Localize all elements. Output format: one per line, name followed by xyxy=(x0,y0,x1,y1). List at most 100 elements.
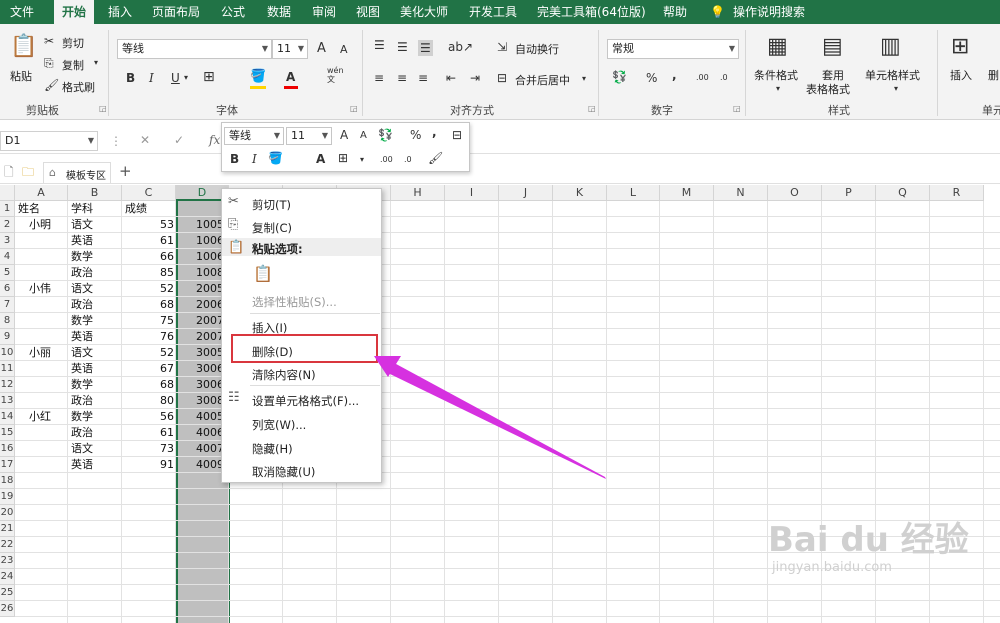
menu-item-copy[interactable]: 复制(C) xyxy=(252,220,292,236)
fill-color-icon[interactable]: 🪣 xyxy=(268,151,283,165)
column-header-c[interactable]: C xyxy=(122,185,176,201)
column-header-i[interactable]: I xyxy=(445,185,499,201)
merge-cells-icon[interactable]: ⊟ xyxy=(452,128,462,142)
font-shrink-button[interactable]: A xyxy=(360,129,367,143)
align-left-icon[interactable]: ≡ xyxy=(374,71,384,85)
chevron-down-icon[interactable]: ▾ xyxy=(94,56,98,70)
decrease-decimal-button[interactable]: .0 xyxy=(404,153,412,167)
conditional-format-button[interactable]: 条件格式 xyxy=(754,67,798,83)
increase-indent-icon[interactable]: ⇥ xyxy=(470,71,480,85)
cell-b10[interactable]: 语文 xyxy=(71,345,122,361)
cell-a5[interactable] xyxy=(18,265,68,281)
cut-button[interactable]: 剪切 xyxy=(62,35,84,51)
bold-button[interactable]: B xyxy=(230,152,239,166)
row-header-26[interactable]: 26 xyxy=(0,601,15,617)
number-format-select[interactable]: 常规 ▼ xyxy=(607,39,739,59)
italic-button[interactable]: I xyxy=(149,71,154,85)
phonetic-guide-button[interactable]: wén 文 xyxy=(327,66,344,84)
paste-clipboard-icon[interactable]: 📋 xyxy=(253,264,273,283)
cell-a12[interactable] xyxy=(18,377,68,393)
borders-icon[interactable]: ⊞ xyxy=(338,151,348,165)
row-header-4[interactable]: 4 xyxy=(0,249,15,265)
delete-cells-button[interactable]: 删 xyxy=(988,67,999,83)
menu-item-cut[interactable]: 剪切(T) xyxy=(252,197,291,213)
cell-a1[interactable]: 姓名 xyxy=(18,201,68,217)
cell-c2[interactable]: 53 xyxy=(122,217,176,233)
cell-c12[interactable]: 68 xyxy=(122,377,176,393)
cell-c9[interactable]: 76 xyxy=(122,329,176,345)
cell-c17[interactable]: 91 xyxy=(122,457,176,473)
cell-b1[interactable]: 学科 xyxy=(71,201,122,217)
insert-cells-button[interactable]: 插入 xyxy=(950,67,972,83)
column-header-p[interactable]: P xyxy=(822,185,876,201)
cell-a8[interactable] xyxy=(18,313,68,329)
column-header-q[interactable]: Q xyxy=(876,185,930,201)
increase-decimal-button[interactable]: .00 xyxy=(696,71,709,85)
cell-c8[interactable]: 75 xyxy=(122,313,176,329)
column-header-o[interactable]: O xyxy=(768,185,822,201)
column-header-j[interactable]: J xyxy=(499,185,553,201)
align-middle-icon[interactable]: ☰ xyxy=(397,40,408,54)
chevron-down-icon[interactable]: ▾ xyxy=(894,82,898,96)
font-name-select[interactable]: 等线 ▼ xyxy=(117,39,272,59)
row-header-9[interactable]: 9 xyxy=(0,329,15,345)
row-header-2[interactable]: 2 xyxy=(0,217,15,233)
cell-c6[interactable]: 52 xyxy=(122,281,176,297)
tab-data[interactable]: 数据 xyxy=(267,0,291,24)
format-painter-button[interactable]: 格式刷 xyxy=(62,79,95,95)
increase-decimal-button[interactable]: .00 xyxy=(380,153,393,167)
font-shrink-button[interactable]: A xyxy=(340,43,348,57)
cell-b5[interactable]: 政治 xyxy=(71,265,122,281)
column-header-k[interactable]: K xyxy=(553,185,607,201)
cell-b7[interactable]: 政治 xyxy=(71,297,122,313)
row-header-12[interactable]: 12 xyxy=(0,377,15,393)
menu-item-format-cells[interactable]: 设置单元格格式(F)... xyxy=(252,393,359,409)
tab-help[interactable]: 帮助 xyxy=(663,0,687,24)
cell-c7[interactable]: 68 xyxy=(122,297,176,313)
column-header-m[interactable]: M xyxy=(660,185,714,201)
row-header-15[interactable]: 15 xyxy=(0,425,15,441)
dialog-launcher-icon[interactable]: ◲ xyxy=(588,104,596,113)
comma-style-button[interactable]: , xyxy=(432,125,437,139)
cell-b9[interactable]: 英语 xyxy=(71,329,122,345)
dialog-launcher-icon[interactable]: ◲ xyxy=(99,104,107,113)
row-header-19[interactable]: 19 xyxy=(0,489,15,505)
font-size-select[interactable]: 11 ▼ xyxy=(272,39,308,59)
align-right-icon[interactable]: ≡ xyxy=(418,71,428,85)
chevron-down-icon[interactable]: ▾ xyxy=(360,153,364,167)
cell-c13[interactable]: 80 xyxy=(122,393,176,409)
font-grow-button[interactable]: A xyxy=(340,128,348,142)
cell-styles-button[interactable]: 单元格样式 xyxy=(865,67,920,83)
row-header-6[interactable]: 6 xyxy=(0,281,15,297)
cell-b17[interactable]: 英语 xyxy=(71,457,122,473)
font-color-icon[interactable]: A xyxy=(286,70,295,84)
underline-button[interactable]: U xyxy=(171,71,180,85)
row-header-14[interactable]: 14 xyxy=(0,409,15,425)
column-header-n[interactable]: N xyxy=(714,185,768,201)
cell-c16[interactable]: 73 xyxy=(122,441,176,457)
tab-review[interactable]: 审阅 xyxy=(312,0,336,24)
row-header-22[interactable]: 22 xyxy=(0,537,15,553)
cell-b2[interactable]: 语文 xyxy=(71,217,122,233)
mini-size-select[interactable]: 11 ▼ xyxy=(286,127,332,145)
cell-b11[interactable]: 英语 xyxy=(71,361,122,377)
new-document-icon[interactable]: 🗋 xyxy=(4,165,14,179)
menu-item-clear-contents[interactable]: 清除内容(N) xyxy=(252,367,316,383)
cell-c14[interactable]: 56 xyxy=(122,409,176,425)
currency-icon[interactable]: 💱 xyxy=(378,128,393,142)
percent-button[interactable]: % xyxy=(646,71,657,85)
tab-page-layout[interactable]: 页面布局 xyxy=(152,0,200,24)
cell-a17[interactable] xyxy=(18,457,68,473)
row-header-20[interactable]: 20 xyxy=(0,505,15,521)
cell-a7[interactable] xyxy=(18,297,68,313)
cancel-icon[interactable]: ✕ xyxy=(140,133,150,147)
row-header-18[interactable]: 18 xyxy=(0,473,15,489)
row-header-23[interactable]: 23 xyxy=(0,553,15,569)
merge-center-button[interactable]: 合并后居中 xyxy=(515,72,570,88)
insert-function-button[interactable]: fx xyxy=(209,133,220,147)
cell-c4[interactable]: 66 xyxy=(122,249,176,265)
tab-beautify[interactable]: 美化大师 xyxy=(400,0,448,24)
decrease-indent-icon[interactable]: ⇤ xyxy=(446,71,456,85)
enter-icon[interactable]: ✓ xyxy=(174,133,184,147)
row-header-7[interactable]: 7 xyxy=(0,297,15,313)
